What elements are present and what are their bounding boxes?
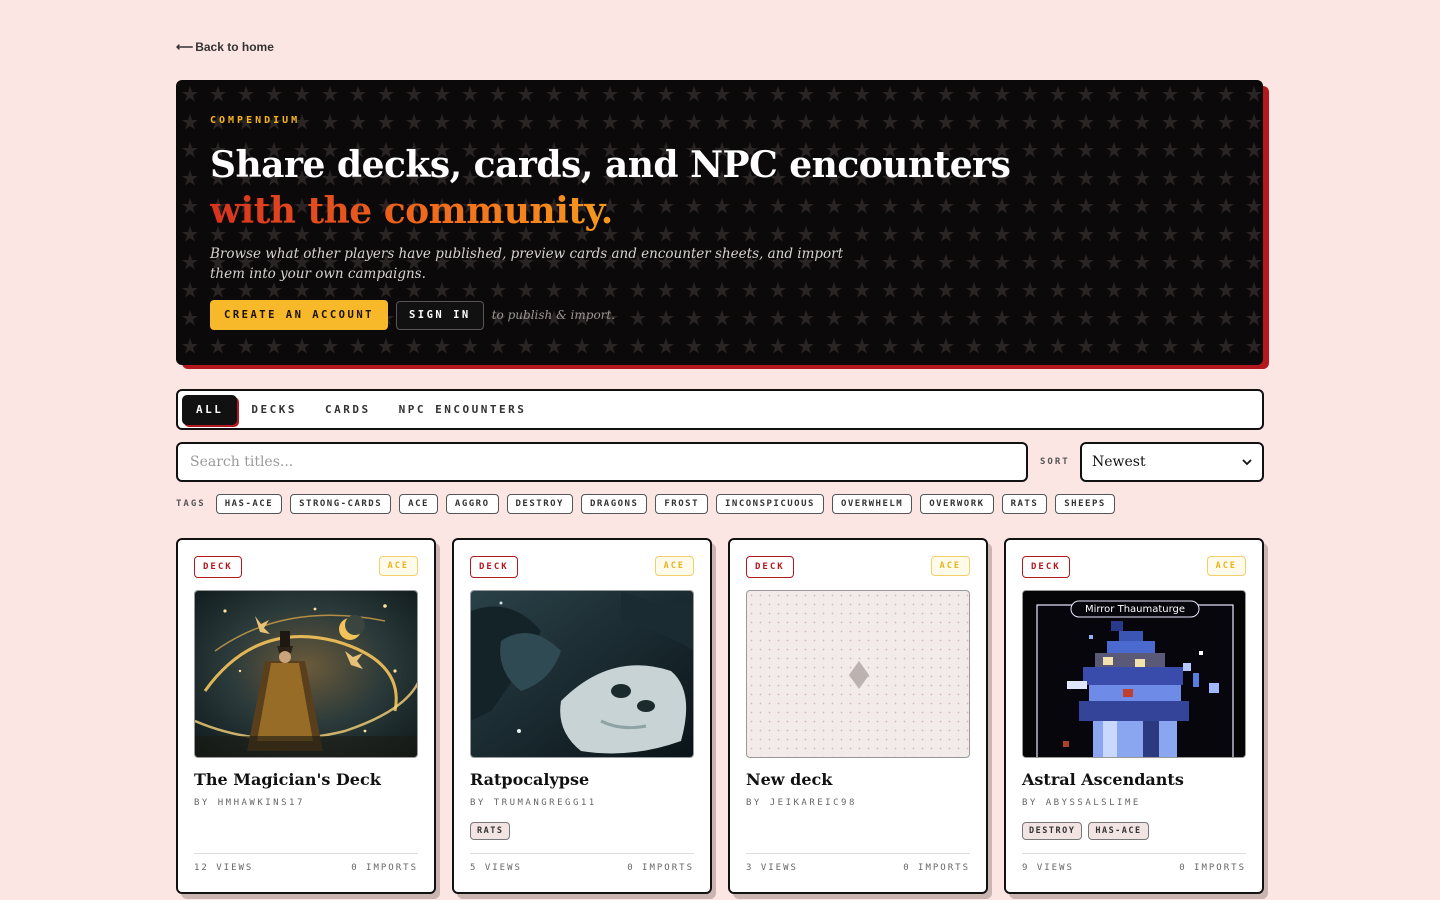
ace-badge: ACE bbox=[1206, 556, 1246, 576]
tab-cards[interactable]: CARDS bbox=[311, 395, 385, 425]
tag-chip-has-ace[interactable]: HAS-ACE bbox=[215, 494, 283, 514]
sort-select[interactable]: Newest bbox=[1080, 442, 1264, 482]
sort-label: SORT bbox=[1040, 457, 1070, 467]
hero-title-line2: with the community. bbox=[210, 190, 613, 232]
card-art-magician bbox=[194, 590, 418, 758]
chevron-down-icon bbox=[1242, 458, 1252, 465]
tag-chip-overwork[interactable]: OVERWORK bbox=[920, 494, 994, 514]
tag-chip-dragons[interactable]: DRAGONS bbox=[580, 494, 648, 514]
card-tag-destroy[interactable]: DESTROY bbox=[1022, 822, 1083, 840]
tag-chip-destroy[interactable]: DESTROY bbox=[506, 494, 573, 514]
hero-eyebrow: COMPENDIUM bbox=[210, 115, 301, 126]
tag-chip-overwhelm[interactable]: OVERWHELM bbox=[831, 494, 913, 514]
ace-badge: ACE bbox=[930, 556, 970, 576]
card-title[interactable]: The Magician's Deck bbox=[194, 770, 381, 789]
card-title[interactable]: Ratpocalypse bbox=[470, 770, 589, 789]
create-account-button[interactable]: CREATE AN ACCOUNT bbox=[210, 300, 388, 330]
card-author: BY JEIKAREIC98 bbox=[746, 798, 857, 808]
card-art-placeholder bbox=[746, 590, 970, 758]
type-badge: DECK bbox=[194, 556, 242, 578]
sign-in-button[interactable]: SIGN IN bbox=[395, 300, 484, 330]
tag-chip-strong-cards[interactable]: STRONG-CARDS bbox=[290, 494, 392, 514]
card-divider bbox=[746, 853, 970, 854]
search-input[interactable] bbox=[176, 442, 1028, 482]
card-tag-rats[interactable]: RATS bbox=[470, 822, 511, 840]
card-divider bbox=[470, 853, 694, 854]
card-divider bbox=[1022, 853, 1246, 854]
hero-title-line1: Share decks, cards, and NPC encounters bbox=[210, 144, 1011, 186]
type-badge: DECK bbox=[746, 556, 794, 578]
card-stats: 5 VIEWS 0 IMPORTS bbox=[470, 863, 694, 873]
card-author: BY ABYSSALSLIME bbox=[1022, 798, 1141, 808]
imports-count: 0 IMPORTS bbox=[351, 863, 418, 873]
hero-description: Browse what other players have published… bbox=[210, 246, 844, 282]
deck-card[interactable]: DECK ACE bbox=[1004, 538, 1264, 894]
tag-chip-inconspicuous[interactable]: INCONSPICUOUS bbox=[715, 494, 824, 514]
hero-title: Share decks, cards, and NPC encounters w… bbox=[210, 142, 1011, 234]
hero-banner: COMPENDIUM Share decks, cards, and NPC e… bbox=[176, 80, 1263, 365]
tag-chip-aggro[interactable]: AGGRO bbox=[445, 494, 499, 514]
ace-badge: ACE bbox=[378, 556, 418, 576]
card-author: BY TRUMANGREGG11 bbox=[470, 798, 597, 808]
card-title[interactable]: Astral Ascendants bbox=[1022, 770, 1184, 789]
tab-npc-encounters[interactable]: NPC ENCOUNTERS bbox=[385, 395, 541, 425]
type-badge: DECK bbox=[1022, 556, 1070, 578]
card-title[interactable]: New deck bbox=[746, 770, 832, 789]
category-tabs: ALL DECKS CARDS NPC ENCOUNTERS bbox=[176, 389, 1264, 430]
views-count: 3 VIEWS bbox=[746, 863, 798, 873]
tag-chip-ace[interactable]: ACE bbox=[399, 494, 438, 514]
type-badge: DECK bbox=[470, 556, 518, 578]
card-tags: RATS bbox=[470, 822, 511, 840]
card-author: BY HMHAWKINS17 bbox=[194, 798, 305, 808]
tag-chip-sheeps[interactable]: SHEEPS bbox=[1055, 494, 1115, 514]
imports-count: 0 IMPORTS bbox=[1179, 863, 1246, 873]
views-count: 12 VIEWS bbox=[194, 863, 254, 873]
tag-chip-frost[interactable]: FROST bbox=[655, 494, 708, 514]
tab-all[interactable]: ALL bbox=[182, 394, 238, 425]
card-art-thaumaturge: Mirror Thaumaturge bbox=[1022, 590, 1246, 758]
art-caption: Mirror Thaumaturge bbox=[1084, 603, 1186, 615]
deck-card[interactable]: DECK ACE New deck BY JEIKAREIC98 3 VIEWS… bbox=[728, 538, 988, 894]
tag-chip-rats[interactable]: RATS bbox=[1001, 494, 1048, 514]
imports-count: 0 IMPORTS bbox=[627, 863, 694, 873]
views-count: 5 VIEWS bbox=[470, 863, 522, 873]
card-tags: DESTROY HAS-ACE bbox=[1022, 822, 1149, 840]
hero-cta-row: CREATE AN ACCOUNT SIGN IN to publish & i… bbox=[210, 300, 615, 330]
card-tag-has-ace[interactable]: HAS-ACE bbox=[1088, 822, 1149, 840]
card-art-rats bbox=[470, 590, 694, 758]
tag-filter-row: TAGS HAS-ACE STRONG-CARDS ACE AGGRO DEST… bbox=[176, 494, 1115, 514]
arrow-left-icon: ⟵ bbox=[176, 40, 194, 54]
sort-value: Newest bbox=[1092, 454, 1146, 470]
views-count: 9 VIEWS bbox=[1022, 863, 1074, 873]
imports-count: 0 IMPORTS bbox=[903, 863, 970, 873]
cta-note: to publish & import. bbox=[491, 308, 616, 322]
card-stats: 12 VIEWS 0 IMPORTS bbox=[194, 863, 418, 873]
deck-card[interactable]: DECK ACE bbox=[176, 538, 436, 894]
back-to-home-link[interactable]: ⟵ Back to home bbox=[176, 40, 274, 54]
card-divider bbox=[194, 853, 418, 854]
card-stats: 3 VIEWS 0 IMPORTS bbox=[746, 863, 970, 873]
ace-badge: ACE bbox=[654, 556, 694, 576]
deck-card[interactable]: DECK ACE Ratpocalypse BY TRUMANGREGG11 R… bbox=[452, 538, 712, 894]
card-stats: 9 VIEWS 0 IMPORTS bbox=[1022, 863, 1246, 873]
tab-decks[interactable]: DECKS bbox=[237, 395, 311, 425]
tags-label: TAGS bbox=[176, 499, 206, 509]
back-link-label: Back to home bbox=[195, 40, 274, 54]
